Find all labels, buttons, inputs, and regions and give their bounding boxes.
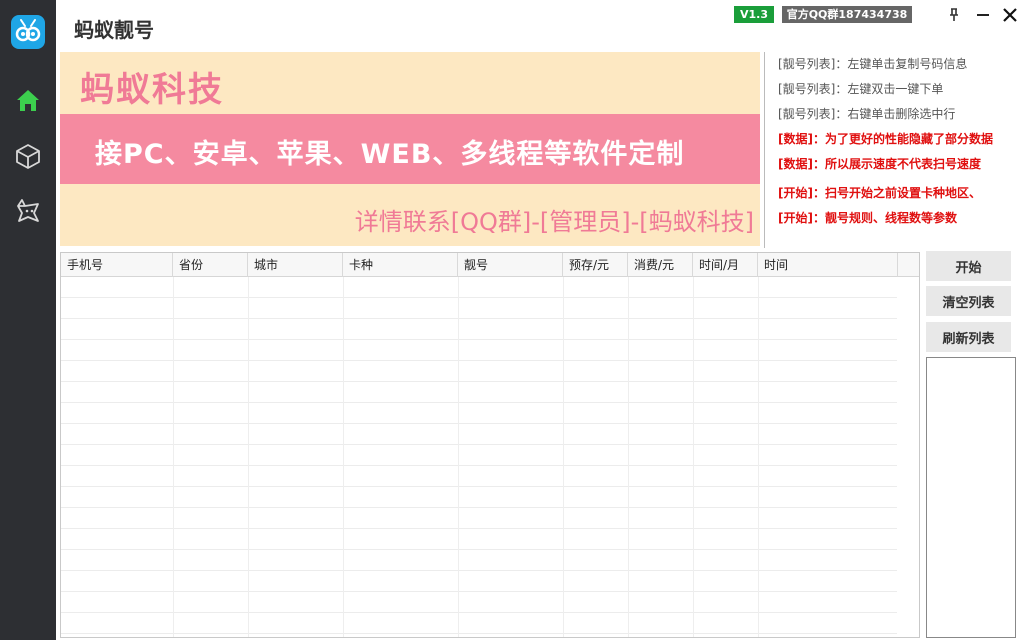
tip-line: [数据]：所以展示速度不代表扫号速度 — [778, 157, 981, 171]
usage-tips: [靓号列表]：左键单击复制号码信息 [靓号列表]：左键双击一键下单 [靓号列表]… — [778, 56, 1018, 235]
star-tool-icon — [17, 199, 39, 222]
column-header[interactable]: 时间 — [758, 253, 898, 277]
tip-line: [数据]：为了更好的性能隐藏了部分数据 — [778, 132, 993, 146]
app-title: 蚂蚁靓号 — [74, 18, 154, 42]
table-row[interactable] — [61, 340, 897, 361]
version-badge: V1.3 — [734, 6, 774, 23]
table-row[interactable] — [61, 508, 897, 529]
column-header[interactable]: 城市 — [248, 253, 343, 277]
log-panel[interactable] — [926, 357, 1016, 638]
clear-list-button[interactable]: 清空列表 — [926, 286, 1011, 316]
app-logo — [11, 15, 45, 49]
table-row[interactable] — [61, 298, 897, 319]
tip-line: [开始]：扫号开始之前设置卡种地区、 — [778, 186, 981, 200]
refresh-list-button[interactable]: 刷新列表 — [926, 322, 1011, 352]
minimize-button[interactable] — [972, 4, 994, 26]
sidebar-item-cube[interactable] — [12, 140, 44, 172]
table-body[interactable] — [61, 277, 919, 637]
column-line — [758, 277, 759, 637]
table-row[interactable] — [61, 277, 897, 298]
close-icon — [1003, 8, 1017, 22]
table-row[interactable] — [61, 550, 897, 571]
pin-button[interactable] — [943, 4, 965, 26]
table-row[interactable] — [61, 361, 897, 382]
sidebar — [0, 0, 56, 640]
banner-service-text: 接PC、安卓、苹果、WEB、多线程等软件定制 — [95, 139, 685, 170]
close-button[interactable] — [999, 4, 1021, 26]
column-header[interactable]: 卡种 — [343, 253, 458, 277]
column-header[interactable]: 时间/月 — [693, 253, 758, 277]
table-row[interactable] — [61, 445, 897, 466]
column-header[interactable]: 手机号 — [61, 253, 173, 277]
sidebar-item-home[interactable] — [12, 84, 44, 116]
cube-icon — [16, 144, 40, 169]
pin-icon — [950, 8, 958, 21]
tip-line: [开始]：靓号规则、线程数等参数 — [778, 211, 957, 225]
column-line — [173, 277, 174, 637]
banner-company-name: 蚂蚁科技 — [80, 70, 224, 110]
column-header[interactable]: 消费/元 — [628, 253, 693, 277]
table-header: 手机号 省份 城市 卡种 靓号 预存/元 消费/元 时间/月 时间 — [61, 253, 919, 277]
start-button[interactable]: 开始 — [926, 251, 1011, 281]
banner-contact-text: 详情联系[QQ群]-[管理员]-[蚂蚁科技] — [354, 208, 754, 236]
column-line — [693, 277, 694, 637]
table-row[interactable] — [61, 487, 897, 508]
column-line — [458, 277, 459, 637]
home-icon — [17, 90, 39, 111]
table-row[interactable] — [61, 529, 897, 550]
divider — [764, 52, 765, 248]
column-line — [248, 277, 249, 637]
table-row[interactable] — [61, 613, 897, 634]
column-header[interactable]: 预存/元 — [563, 253, 628, 277]
tip-line: [靓号列表]：左键双击一键下单 — [778, 82, 944, 96]
ant-logo-icon — [15, 19, 41, 42]
table-row[interactable] — [61, 403, 897, 424]
sidebar-item-tools[interactable] — [12, 194, 44, 226]
minimize-icon — [977, 14, 989, 16]
number-list-table[interactable]: 手机号 省份 城市 卡种 靓号 预存/元 消费/元 时间/月 时间 — [60, 252, 920, 638]
qq-group-badge[interactable]: 官方QQ群187434738 — [782, 6, 912, 23]
table-row[interactable] — [61, 382, 897, 403]
table-row[interactable] — [61, 592, 897, 613]
table-row[interactable] — [61, 319, 897, 340]
table-row[interactable] — [61, 424, 897, 445]
column-line — [563, 277, 564, 637]
ad-banner: 蚂蚁科技 接PC、安卓、苹果、WEB、多线程等软件定制 详情联系[QQ群]-[管… — [60, 52, 760, 246]
column-line — [628, 277, 629, 637]
column-header[interactable]: 省份 — [173, 253, 248, 277]
table-row[interactable] — [61, 571, 897, 592]
tip-line: [靓号列表]：左键单击复制号码信息 — [778, 57, 968, 71]
tip-line: [靓号列表]：右键单击删除选中行 — [778, 107, 956, 121]
column-line — [343, 277, 344, 637]
column-header[interactable]: 靓号 — [458, 253, 563, 277]
table-row[interactable] — [61, 466, 897, 487]
